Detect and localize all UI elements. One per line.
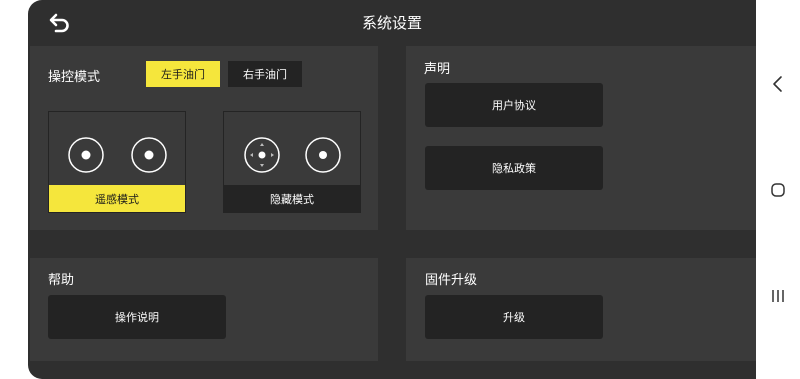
firmware-card: 固件升级 升级 bbox=[406, 258, 756, 361]
hidden-mode-label: 隐藏模式 bbox=[224, 185, 360, 212]
statement-card: 声明 用户协议 隐私政策 bbox=[406, 46, 756, 230]
system-nav-bar bbox=[756, 0, 800, 379]
help-title: 帮助 bbox=[48, 273, 75, 288]
help-card: 帮助 操作说明 bbox=[30, 258, 378, 361]
right-throttle-button[interactable]: 右手油门 bbox=[228, 61, 302, 87]
joystick-right-icon bbox=[131, 137, 167, 173]
joystick-mode-option[interactable]: 遥感模式 bbox=[48, 111, 186, 213]
header-bar: 系统设置 bbox=[28, 0, 756, 46]
circle-home-icon[interactable] bbox=[768, 180, 788, 200]
recents-lines-icon[interactable] bbox=[768, 286, 788, 306]
joystick-left-icon bbox=[68, 137, 104, 173]
upgrade-button[interactable]: 升级 bbox=[425, 295, 603, 339]
firmware-title: 固件升级 bbox=[425, 273, 478, 288]
joystick-right-icon bbox=[305, 137, 341, 173]
control-mode-title: 操控模式 bbox=[48, 70, 101, 85]
hidden-mode-option[interactable]: 隐藏模式 bbox=[223, 111, 361, 213]
app-screen: 系统设置 操控模式 左手油门 右手油门 遥感模式 隐藏模式 声明 用户协议 隐私… bbox=[0, 0, 756, 379]
statement-title: 声明 bbox=[424, 62, 451, 77]
joystick-mode-label: 遥感模式 bbox=[49, 185, 185, 212]
control-mode-card: 操控模式 左手油门 右手油门 遥感模式 隐藏模式 bbox=[30, 46, 378, 230]
dpad-left-icon bbox=[244, 137, 280, 173]
chevron-left-icon[interactable] bbox=[768, 74, 788, 94]
instructions-button[interactable]: 操作说明 bbox=[48, 295, 226, 339]
privacy-policy-button[interactable]: 隐私政策 bbox=[425, 146, 603, 190]
left-throttle-button[interactable]: 左手油门 bbox=[146, 61, 220, 87]
user-agreement-button[interactable]: 用户协议 bbox=[425, 83, 603, 127]
page-title: 系统设置 bbox=[361, 14, 422, 32]
